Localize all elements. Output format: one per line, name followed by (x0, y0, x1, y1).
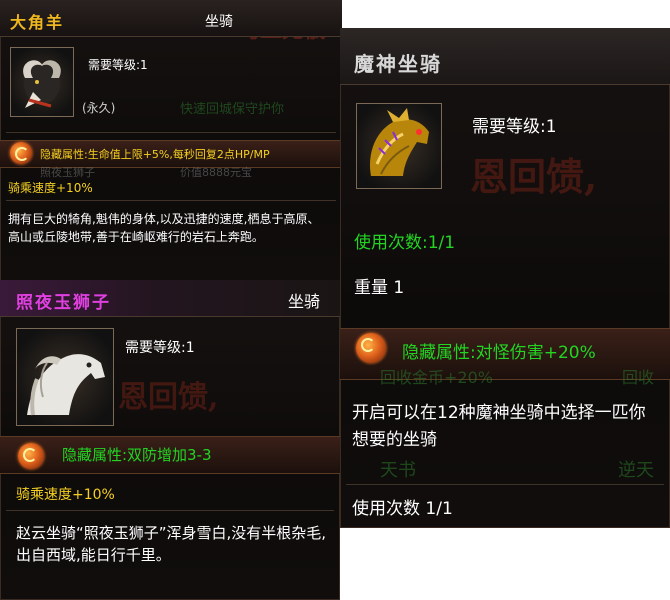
use-count-footer: 使用次数 1/1 (352, 499, 453, 519)
hidden-attribute: 隐藏属性:双防增加3-3 (62, 446, 212, 464)
item-title: 照夜玉狮子 (16, 293, 111, 313)
item-type: 坐骑 (288, 292, 321, 311)
item-icon-frame[interactable] (10, 47, 74, 117)
duration: (永久) (82, 101, 116, 115)
item-description: 拥有巨大的犄角,魁伟的身体,以及迅捷的速度,栖息于高原、高山或丘陵地带,善于在崎… (8, 212, 320, 244)
white-horse-item-icon (27, 354, 105, 416)
item-description: 开启可以在12种魔神坐骑中选择一匹你想要的坐骑 (352, 403, 646, 450)
level-requirement: 需要等级:1 (88, 58, 148, 72)
ride-speed: 骑乘速度+10% (8, 181, 93, 195)
hidden-attribute: 隐藏属性:生命值上限+5%,每秒回复2点HP/MP (40, 148, 270, 161)
bg-banner-text: 恩回馈, (470, 154, 598, 199)
tooltip-night-jade-lion: 照夜玉狮子 坐骑 恩回馈, 需要等级:1 隐藏属性:双防增加3-3 骑乘速度+1… (0, 280, 340, 600)
bg-banner-text: 恩回馈, (118, 380, 219, 415)
level-requirement: 需要等级:1 (125, 340, 195, 356)
weight: 重量 1 (354, 278, 405, 298)
bg-ghost-text-1: 快速回城保守护你 (180, 102, 285, 117)
item-description: 赵云坐骑“照夜玉狮子”浑身雪白,没有半根杂毛,出自西域,能日行千里。 (16, 524, 327, 564)
use-count: 使用次数:1/1 (354, 233, 456, 253)
ride-speed: 骑乘速度+10% (16, 487, 115, 503)
tooltip-big-horn-ram: 马上无俄 大角羊 坐骑 需要等级:1 (永久) 快速回城保守护你 隐藏属性:生命… (0, 0, 342, 282)
item-type: 坐骑 (205, 14, 233, 30)
item-icon-frame[interactable] (16, 328, 114, 426)
item-title: 魔神坐骑 (354, 52, 442, 76)
ram-horns-item-icon (23, 60, 61, 108)
bg-ghost-text-3: 天书 (380, 460, 416, 481)
golden-dragon-item-icon (369, 108, 429, 176)
bg-ghost-text-4: 逆天 (618, 460, 654, 481)
item-icon-frame[interactable] (356, 103, 442, 189)
tooltip-demon-god-mount: 魔神坐骑 恩回馈, 需要等级:1 使用次数:1/1 重量 1 隐藏属性:对怪伤害… (340, 28, 670, 528)
hidden-attribute: 隐藏属性:对怪伤害+20% (402, 343, 596, 363)
dragon-emblem-icon (356, 333, 386, 363)
level-requirement: 需要等级:1 (472, 117, 557, 137)
dragon-emblem-icon (10, 142, 32, 164)
item-title: 大角羊 (10, 13, 65, 32)
dragon-emblem-icon (18, 443, 44, 469)
